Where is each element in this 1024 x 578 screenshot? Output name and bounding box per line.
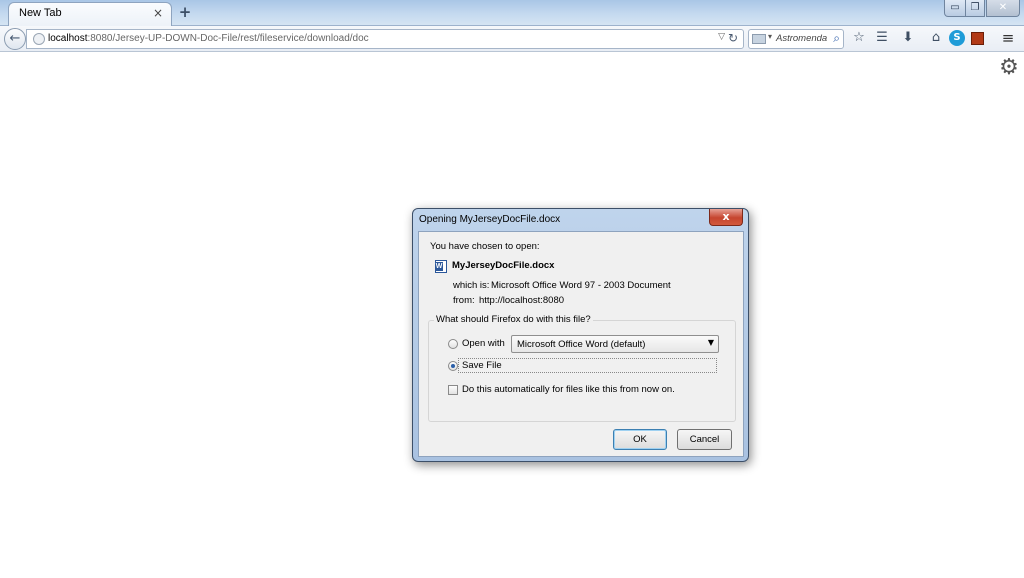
navigation-bar: ← localhost:8080/Jersey-UP-DOWN-Doc-File… bbox=[0, 26, 1024, 52]
tab-new-tab[interactable]: New Tab × bbox=[8, 2, 172, 26]
save-file-radio[interactable] bbox=[448, 361, 458, 371]
reading-list-icon[interactable]: ☰ bbox=[874, 30, 890, 46]
action-question: What should Firefox do with this file? bbox=[434, 314, 593, 325]
gear-icon[interactable]: ⚙ bbox=[998, 57, 1020, 79]
back-icon[interactable]: ← bbox=[4, 28, 26, 50]
dialog-body: You have chosen to open: MyJerseyDocFile… bbox=[418, 231, 744, 457]
downloads-icon[interactable]: ⬇ bbox=[900, 30, 916, 46]
open-with-app: Microsoft Office Word (default) bbox=[517, 339, 646, 350]
dialog-close-button[interactable]: x bbox=[709, 209, 743, 226]
intro-text: You have chosen to open: bbox=[430, 241, 540, 252]
open-with-select[interactable]: Microsoft Office Word (default) ▼ bbox=[511, 335, 719, 353]
url-host: localhost bbox=[48, 33, 88, 44]
cancel-button[interactable]: Cancel bbox=[677, 429, 732, 450]
open-with-radio[interactable] bbox=[448, 339, 458, 349]
word-document-icon bbox=[435, 260, 447, 273]
which-is-label: which is: bbox=[453, 280, 490, 291]
url-path: :8080/Jersey-UP-DOWN-Doc-File/rest/files… bbox=[87, 33, 369, 44]
site-identity-icon[interactable] bbox=[33, 33, 45, 45]
search-engine-icon[interactable] bbox=[752, 34, 766, 44]
new-tab-button[interactable]: + bbox=[177, 3, 193, 21]
ok-button[interactable]: OK bbox=[613, 429, 667, 450]
auto-action-label[interactable]: Do this automatically for files like thi… bbox=[462, 384, 675, 395]
save-file-label[interactable]: Save File bbox=[462, 360, 502, 371]
home-icon[interactable]: ⌂ bbox=[928, 30, 944, 46]
chevron-down-icon: ▼ bbox=[707, 338, 714, 347]
skype-icon[interactable]: S bbox=[949, 30, 965, 46]
search-engine-dropdown-icon[interactable]: ▾ bbox=[768, 32, 772, 41]
dialog-title: Opening MyJerseyDocFile.docx bbox=[419, 214, 561, 225]
search-placeholder: Astromenda bbox=[776, 33, 828, 44]
url-bar[interactable]: localhost:8080/Jersey-UP-DOWN-Doc-File/r… bbox=[26, 29, 744, 49]
bookmark-star-icon[interactable]: ☆ bbox=[851, 30, 867, 46]
maximize-button[interactable]: ❐ bbox=[965, 0, 985, 17]
url-text: localhost:8080/Jersey-UP-DOWN-Doc-File/r… bbox=[48, 33, 369, 44]
menu-icon[interactable]: ≡ bbox=[1000, 30, 1016, 46]
auto-action-checkbox[interactable] bbox=[448, 385, 458, 395]
file-name: MyJerseyDocFile.docx bbox=[452, 260, 555, 271]
title-bar: New Tab × + ▭ ❐ ✕ bbox=[0, 0, 1024, 26]
search-icon[interactable]: ⌕ bbox=[833, 31, 840, 46]
window-close-button[interactable]: ✕ bbox=[986, 0, 1020, 17]
addon-icon[interactable] bbox=[971, 32, 984, 45]
from-value: http://localhost:8080 bbox=[479, 295, 565, 306]
file-type-value: Microsoft Office Word 97 - 2003 Document bbox=[491, 280, 671, 291]
search-bar[interactable]: ▾ Astromenda ⌕ bbox=[748, 29, 844, 49]
open-file-dialog: Opening MyJerseyDocFile.docx x You have … bbox=[412, 208, 749, 462]
tab-title: New Tab bbox=[19, 7, 62, 19]
from-label: from: bbox=[453, 295, 475, 306]
url-history-dropdown-icon[interactable]: ▽ bbox=[718, 32, 725, 42]
reload-icon[interactable]: ↻ bbox=[728, 31, 738, 45]
minimize-button[interactable]: ▭ bbox=[944, 0, 966, 17]
open-with-label[interactable]: Open with bbox=[462, 338, 505, 349]
tab-close-icon[interactable]: × bbox=[153, 6, 163, 20]
